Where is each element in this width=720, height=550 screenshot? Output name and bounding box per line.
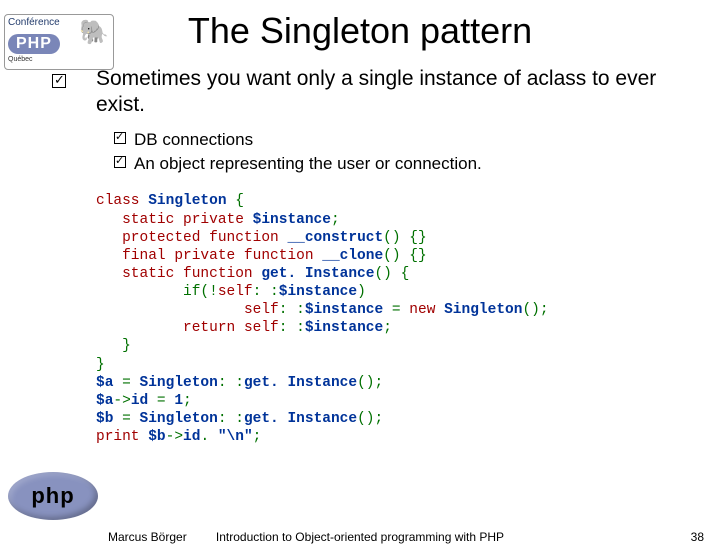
- main-bullet-icon-wrap: [52, 74, 66, 92]
- list-item: DB connections: [114, 129, 700, 152]
- elephant-icon: 🐘: [79, 21, 109, 45]
- php-logo: php: [8, 472, 98, 520]
- footer-page-number: 38: [691, 530, 704, 544]
- main-point: Sometimes you want only a single instanc…: [96, 66, 700, 119]
- sub-point-text: An object representing the user or conne…: [134, 153, 482, 176]
- conference-region: Québec: [8, 56, 110, 63]
- code-block: class Singleton { static private $instan…: [96, 192, 700, 446]
- check-icon: [114, 132, 126, 144]
- check-icon: [114, 156, 126, 168]
- check-icon: [52, 74, 66, 88]
- conference-logo: Conférence PHP Québec 🐘: [4, 14, 114, 70]
- php-logo-oval: php: [8, 472, 98, 520]
- list-item: An object representing the user or conne…: [114, 153, 700, 176]
- sub-list: DB connections An object representing th…: [114, 129, 700, 177]
- slide-content: Sometimes you want only a single instanc…: [96, 66, 700, 446]
- php-badge: PHP: [8, 34, 60, 54]
- sub-point-text: DB connections: [134, 129, 253, 152]
- footer-subject: Introduction to Object-oriented programm…: [0, 530, 720, 544]
